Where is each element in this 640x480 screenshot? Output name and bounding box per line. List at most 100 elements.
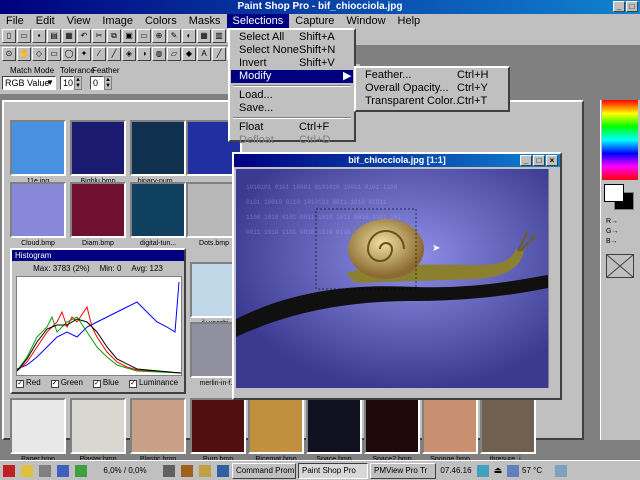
transparent-swatch[interactable]: [606, 254, 634, 278]
eject-icon[interactable]: ⏏: [492, 465, 504, 476]
luminance-checkbox[interactable]: ✓ Luminance: [128, 378, 178, 388]
undo-icon[interactable]: ↶: [77, 29, 91, 43]
tolerance-input[interactable]: 10: [60, 76, 74, 90]
window-icon[interactable]: [217, 464, 229, 477]
feather-spinner[interactable]: ▲ ▼: [104, 76, 112, 90]
menu-file[interactable]: File: [0, 14, 30, 28]
menuitem-modify[interactable]: Modify ▶: [231, 70, 353, 83]
monitor-icon[interactable]: [507, 464, 519, 477]
menu-capture[interactable]: Capture: [289, 14, 340, 28]
system-icon[interactable]: [163, 464, 175, 477]
green-checkbox[interactable]: ✓ Green: [50, 378, 83, 388]
print-preview-icon[interactable]: ▦: [62, 29, 76, 43]
menuitem-float[interactable]: Float Ctrl+F: [231, 121, 353, 134]
thumbnail-image[interactable]: [130, 120, 186, 176]
menu-image[interactable]: Image: [96, 14, 139, 28]
menu-edit[interactable]: Edit: [30, 14, 61, 28]
menu-view[interactable]: View: [61, 14, 97, 28]
save-icon[interactable]: ▪: [32, 29, 46, 43]
image-close-button[interactable]: ×: [546, 155, 558, 166]
retouch-icon[interactable]: ◍: [152, 47, 166, 61]
lock-icon[interactable]: [39, 464, 51, 477]
image-canvas[interactable]: 1010101 0101 10001 0101010 10011 0101 11…: [236, 169, 552, 389]
feather-input[interactable]: 0: [90, 76, 104, 90]
doc-icon[interactable]: [199, 464, 211, 477]
start-icon[interactable]: [3, 464, 15, 477]
monitor-icon[interactable]: ▭: [137, 29, 151, 43]
menu-selections[interactable]: Selections: [226, 14, 290, 28]
selection-tool-icon[interactable]: ▭: [47, 47, 61, 61]
network-icon[interactable]: [477, 464, 489, 477]
match-mode-select[interactable]: RGB Value ▼: [2, 76, 56, 90]
cut-icon[interactable]: ✂: [92, 29, 106, 43]
browse-icon[interactable]: ▥: [212, 29, 226, 43]
menuitem-select-all[interactable]: Select All Shift+A: [231, 31, 353, 44]
grid-icon[interactable]: ▦: [197, 29, 211, 43]
fill-icon[interactable]: ◆: [182, 47, 196, 61]
task-paint-shop-pro[interactable]: Paint Shop Pro: [298, 462, 368, 479]
new-icon[interactable]: ▯: [2, 29, 16, 43]
thumbnail-image[interactable]: [306, 398, 362, 454]
drive-icon[interactable]: [57, 464, 69, 477]
text-tool-icon[interactable]: A: [197, 47, 211, 61]
menuitem-invert[interactable]: Invert Shift+V: [231, 57, 353, 70]
thumbnail-image[interactable]: [10, 120, 66, 176]
print-icon[interactable]: ▤: [47, 29, 61, 43]
minimize-button[interactable]: _: [613, 1, 625, 12]
menuitem-overall-opacity[interactable]: Overall Opacity... Ctrl+Y: [357, 82, 507, 95]
pencil-icon[interactable]: ✎: [167, 29, 181, 43]
foreground-color-swatch[interactable]: [604, 184, 624, 202]
menuitem-select-none[interactable]: Select None Shift+N: [231, 44, 353, 57]
menuitem-feather[interactable]: Feather... Ctrl+H: [357, 69, 507, 82]
thumbnail-image[interactable]: [70, 120, 126, 176]
thumbnail-image[interactable]: [364, 398, 420, 454]
deform-tool-icon[interactable]: ◇: [32, 47, 46, 61]
image-maximize-button[interactable]: □: [533, 155, 545, 166]
maximize-button[interactable]: □: [626, 1, 638, 12]
menuitem-transparent-color[interactable]: Transparent Color... Ctrl+T: [357, 95, 507, 108]
thumbnail-image[interactable]: [70, 398, 126, 454]
zoom-tool-icon[interactable]: ⊙: [2, 47, 16, 61]
thumbnail-image[interactable]: [422, 398, 478, 454]
thumbnail-image[interactable]: [190, 398, 246, 454]
paste-icon[interactable]: ▣: [122, 29, 136, 43]
task-command-prompt[interactable]: Command Prom: [232, 462, 296, 479]
red-checkbox[interactable]: ✓ Red: [16, 378, 41, 388]
blue-checkbox[interactable]: ✓ Blue: [92, 378, 119, 388]
menu-masks[interactable]: Masks: [183, 14, 227, 28]
thumbnail-image[interactable]: [130, 182, 186, 238]
color-spectrum[interactable]: [602, 100, 638, 180]
menuitem-save[interactable]: Save...: [231, 102, 353, 115]
clone-brush-icon[interactable]: ◈: [122, 47, 136, 61]
task-pmview[interactable]: PMView Pro Tr: [370, 462, 436, 479]
thumbnail-image[interactable]: [480, 398, 536, 454]
image-minimize-button[interactable]: _: [520, 155, 532, 166]
tray-icon[interactable]: [555, 464, 567, 477]
menu-colors[interactable]: Colors: [139, 14, 183, 28]
zoom-icon[interactable]: ⊕: [152, 29, 166, 43]
menuitem-load[interactable]: Load...: [231, 89, 353, 102]
chevron-down-icon[interactable]: ▼: [46, 77, 54, 89]
copy-icon[interactable]: ⧉: [107, 29, 121, 43]
tool-icon[interactable]: [181, 464, 193, 477]
eraser-icon[interactable]: ▱: [167, 47, 181, 61]
lasso-tool-icon[interactable]: ◯: [62, 47, 76, 61]
line-tool-icon[interactable]: ╱: [212, 47, 226, 61]
dropper-icon[interactable]: ⁄: [92, 47, 106, 61]
palette-icon[interactable]: ◐: [182, 29, 196, 43]
image-vertical-scrollbar[interactable]: [548, 169, 558, 389]
open-icon[interactable]: ▭: [17, 29, 31, 43]
tolerance-spinner[interactable]: ▲ ▼: [74, 76, 82, 90]
thumbnail-image[interactable]: [248, 398, 304, 454]
thumbnail-image[interactable]: [10, 398, 66, 454]
paintbrush-icon[interactable]: ╱: [107, 47, 121, 61]
thumbnail-image[interactable]: [10, 182, 66, 238]
menu-help[interactable]: Help: [392, 14, 427, 28]
magic-wand-icon[interactable]: ✦: [77, 47, 91, 61]
folder-icon[interactable]: [21, 464, 33, 477]
thumbnail-image[interactable]: [130, 398, 186, 454]
image-horizontal-scrollbar[interactable]: [236, 388, 552, 396]
color-replacer-icon[interactable]: ◑: [137, 47, 151, 61]
thumbnail-image[interactable]: [70, 182, 126, 238]
pan-tool-icon[interactable]: ✋: [17, 47, 31, 61]
